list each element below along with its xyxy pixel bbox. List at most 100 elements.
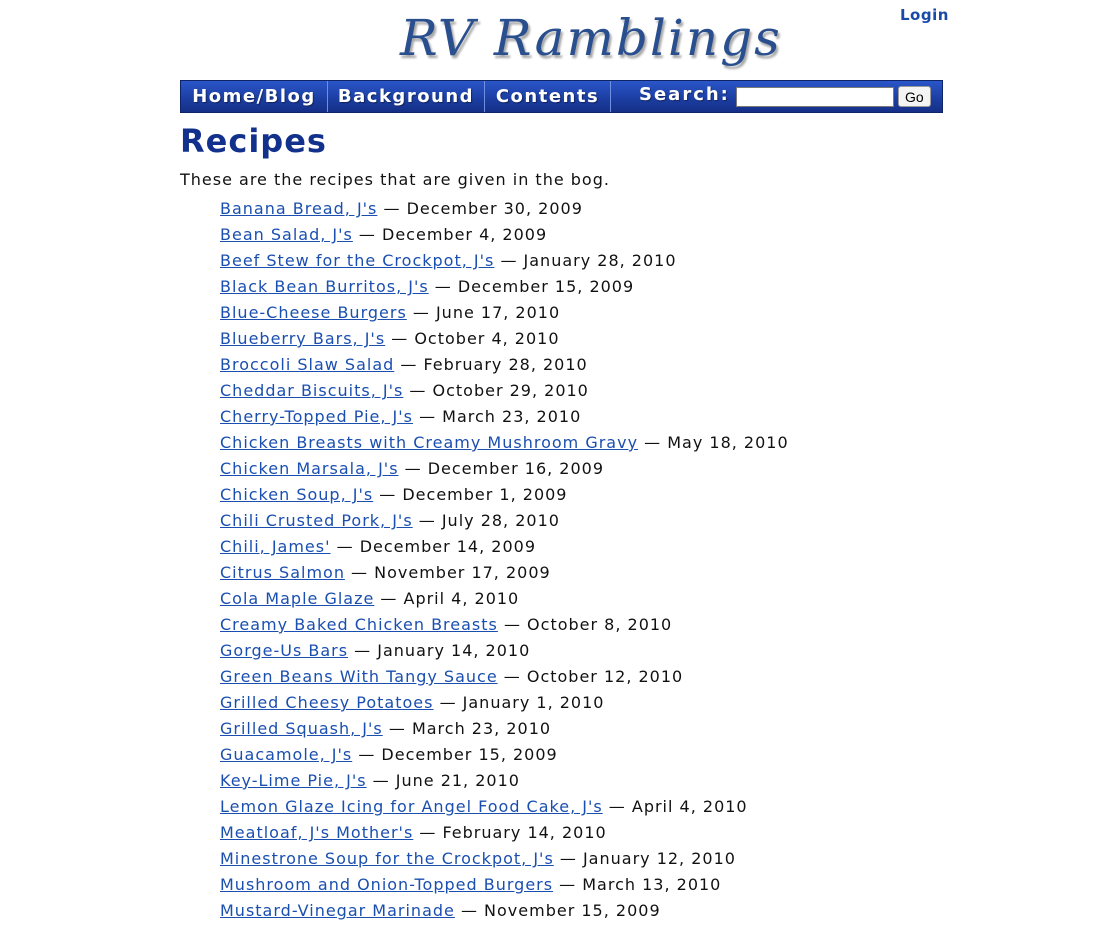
recipe-separator: — [497, 615, 528, 634]
recipe-link[interactable]: Broccoli Slaw Salad [220, 355, 394, 374]
recipe-item: Cola Maple Glaze — April 4, 2010 [220, 588, 789, 614]
recipe-link[interactable]: Grilled Squash, J's [220, 719, 383, 738]
nav-contents[interactable]: Contents [485, 81, 611, 112]
recipe-separator: — [638, 433, 668, 452]
recipe-date: December 14, 2009 [359, 537, 536, 556]
recipe-item: Grilled Cheesy Potatoes — January 1, 201… [220, 692, 789, 718]
recipe-date: January 14, 2010 [377, 641, 531, 660]
recipe-separator: — [454, 901, 485, 920]
recipe-link[interactable]: Beef Stew for the Crockpot, J's [220, 251, 494, 270]
recipe-link[interactable]: Green Beans With Tangy Sauce [220, 667, 498, 686]
recipe-link[interactable]: Chicken Soup, J's [220, 485, 373, 504]
recipe-date: May 18, 2010 [667, 433, 789, 452]
recipe-separator: — [330, 537, 360, 556]
recipe-link[interactable]: Blueberry Bars, J's [220, 329, 385, 348]
recipe-separator: — [366, 771, 396, 790]
recipe-link[interactable]: Chicken Marsala, J's [220, 459, 399, 478]
recipe-link[interactable]: Cola Maple Glaze [220, 589, 374, 608]
recipe-item: Chili, James' — December 14, 2009 [220, 536, 789, 562]
recipe-separator: — [553, 849, 583, 868]
recipe-link[interactable]: Banana Bread, J's [220, 199, 377, 218]
recipe-item: Creamy Baked Chicken Breasts — October 8… [220, 614, 789, 640]
recipe-link[interactable]: Chicken Breasts with Creamy Mushroom Gra… [220, 433, 638, 452]
recipe-item: Beef Stew for the Crockpot, J's — Januar… [220, 250, 789, 276]
recipe-item: Mustard-Vinegar Marinade — November 15, … [220, 900, 789, 926]
recipe-link[interactable]: Minestrone Soup for the Crockpot, J's [220, 849, 554, 868]
recipe-link[interactable]: Grilled Cheesy Potatoes [220, 693, 433, 712]
recipe-date: February 28, 2010 [423, 355, 588, 374]
nav-home-blog[interactable]: Home/Blog [181, 81, 328, 112]
login-link[interactable]: Login [900, 6, 949, 24]
recipe-item: Grilled Squash, J's — March 23, 2010 [220, 718, 789, 744]
recipe-link[interactable]: Meatloaf, J's Mother's [220, 823, 413, 842]
recipe-item: Blueberry Bars, J's — October 4, 2010 [220, 328, 789, 354]
recipe-separator: — [373, 485, 403, 504]
recipe-date: December 15, 2009 [457, 277, 635, 296]
recipe-item: Citrus Salmon — November 17, 2009 [220, 562, 789, 588]
recipe-separator: — [428, 277, 458, 296]
recipe-link[interactable]: Mustard-Vinegar Marinade [220, 901, 455, 920]
recipe-separator: — [406, 303, 436, 322]
recipe-item: Cheddar Biscuits, J's — October 29, 2010 [220, 380, 789, 406]
recipe-separator: — [352, 745, 382, 764]
recipe-date: July 28, 2010 [441, 511, 560, 530]
recipe-separator: — [412, 511, 442, 530]
recipe-date: January 12, 2010 [582, 849, 736, 868]
recipe-link[interactable]: Lemon Glaze Icing for Angel Food Cake, J… [220, 797, 603, 816]
go-button[interactable]: Go [897, 86, 931, 107]
recipe-date: March 13, 2010 [582, 875, 722, 894]
search-input[interactable] [735, 86, 894, 107]
recipe-date: April 4, 2010 [631, 797, 748, 816]
recipe-date: December 15, 2009 [381, 745, 558, 764]
recipe-link[interactable]: Bean Salad, J's [220, 225, 353, 244]
recipe-link[interactable]: Gorge-Us Bars [220, 641, 348, 660]
recipe-separator: — [403, 381, 433, 400]
recipe-link[interactable]: Guacamole, J's [220, 745, 352, 764]
recipe-date: October 4, 2010 [414, 329, 560, 348]
recipe-separator: — [374, 589, 404, 608]
recipe-item: Black Bean Burritos, J's — December 15, … [220, 276, 789, 302]
recipe-date: March 23, 2010 [411, 719, 552, 738]
recipe-separator: — [494, 251, 524, 270]
recipe-date: October 29, 2010 [432, 381, 589, 400]
site-logo[interactable]: RV Ramblings [400, 8, 782, 68]
recipe-item: Chili Crusted Pork, J's — July 28, 2010 [220, 510, 789, 536]
recipe-link[interactable]: Key-Lime Pie, J's [220, 771, 367, 790]
recipe-separator: — [497, 667, 527, 686]
recipe-link[interactable]: Chili Crusted Pork, J's [220, 511, 413, 530]
recipe-item: Broccoli Slaw Salad — February 28, 2010 [220, 354, 789, 380]
recipe-item: Chicken Marsala, J's — December 16, 2009 [220, 458, 789, 484]
recipe-link[interactable]: Chili, James' [220, 537, 331, 556]
search-label: Search: [639, 84, 730, 105]
recipe-separator: — [413, 823, 443, 842]
recipe-link[interactable]: Cheddar Biscuits, J's [220, 381, 403, 400]
recipe-link[interactable]: Creamy Baked Chicken Breasts [220, 615, 498, 634]
recipe-link[interactable]: Cherry-Topped Pie, J's [220, 407, 413, 426]
recipe-link[interactable]: Black Bean Burritos, J's [220, 277, 429, 296]
recipe-link[interactable]: Citrus Salmon [220, 563, 345, 582]
recipe-item: Lemon Glaze Icing for Angel Food Cake, J… [220, 796, 789, 822]
recipe-item: Banana Bread, J's — December 30, 2009 [220, 198, 789, 224]
recipe-date: January 1, 2010 [462, 693, 605, 712]
nav-background[interactable]: Background [328, 81, 485, 112]
recipe-list: Banana Bread, J's — December 30, 2009 Bea… [220, 198, 789, 926]
recipe-date: November 17, 2009 [374, 563, 551, 582]
recipe-date: April 4, 2010 [403, 589, 520, 608]
recipe-date: December 4, 2009 [382, 225, 548, 244]
recipe-separator: — [382, 719, 412, 738]
recipe-separator: — [348, 641, 378, 660]
main-nav: Home/Blog Background Contents Search: Go [180, 80, 943, 113]
recipe-date: December 1, 2009 [402, 485, 568, 504]
recipe-separator: — [352, 225, 383, 244]
recipe-separator: — [412, 407, 443, 426]
recipe-item: Key-Lime Pie, J's — June 21, 2010 [220, 770, 789, 796]
recipe-link[interactable]: Mushroom and Onion-Topped Burgers [220, 875, 553, 894]
recipe-item: Guacamole, J's — December 15, 2009 [220, 744, 789, 770]
recipe-item: Bean Salad, J's — December 4, 2009 [220, 224, 789, 250]
recipe-date: March 23, 2010 [442, 407, 582, 426]
recipe-separator: — [433, 693, 463, 712]
recipe-separator: — [344, 563, 375, 582]
recipe-item: Chicken Soup, J's — December 1, 2009 [220, 484, 789, 510]
recipe-item: Gorge-Us Bars — January 14, 2010 [220, 640, 789, 666]
recipe-link[interactable]: Blue-Cheese Burgers [220, 303, 407, 322]
